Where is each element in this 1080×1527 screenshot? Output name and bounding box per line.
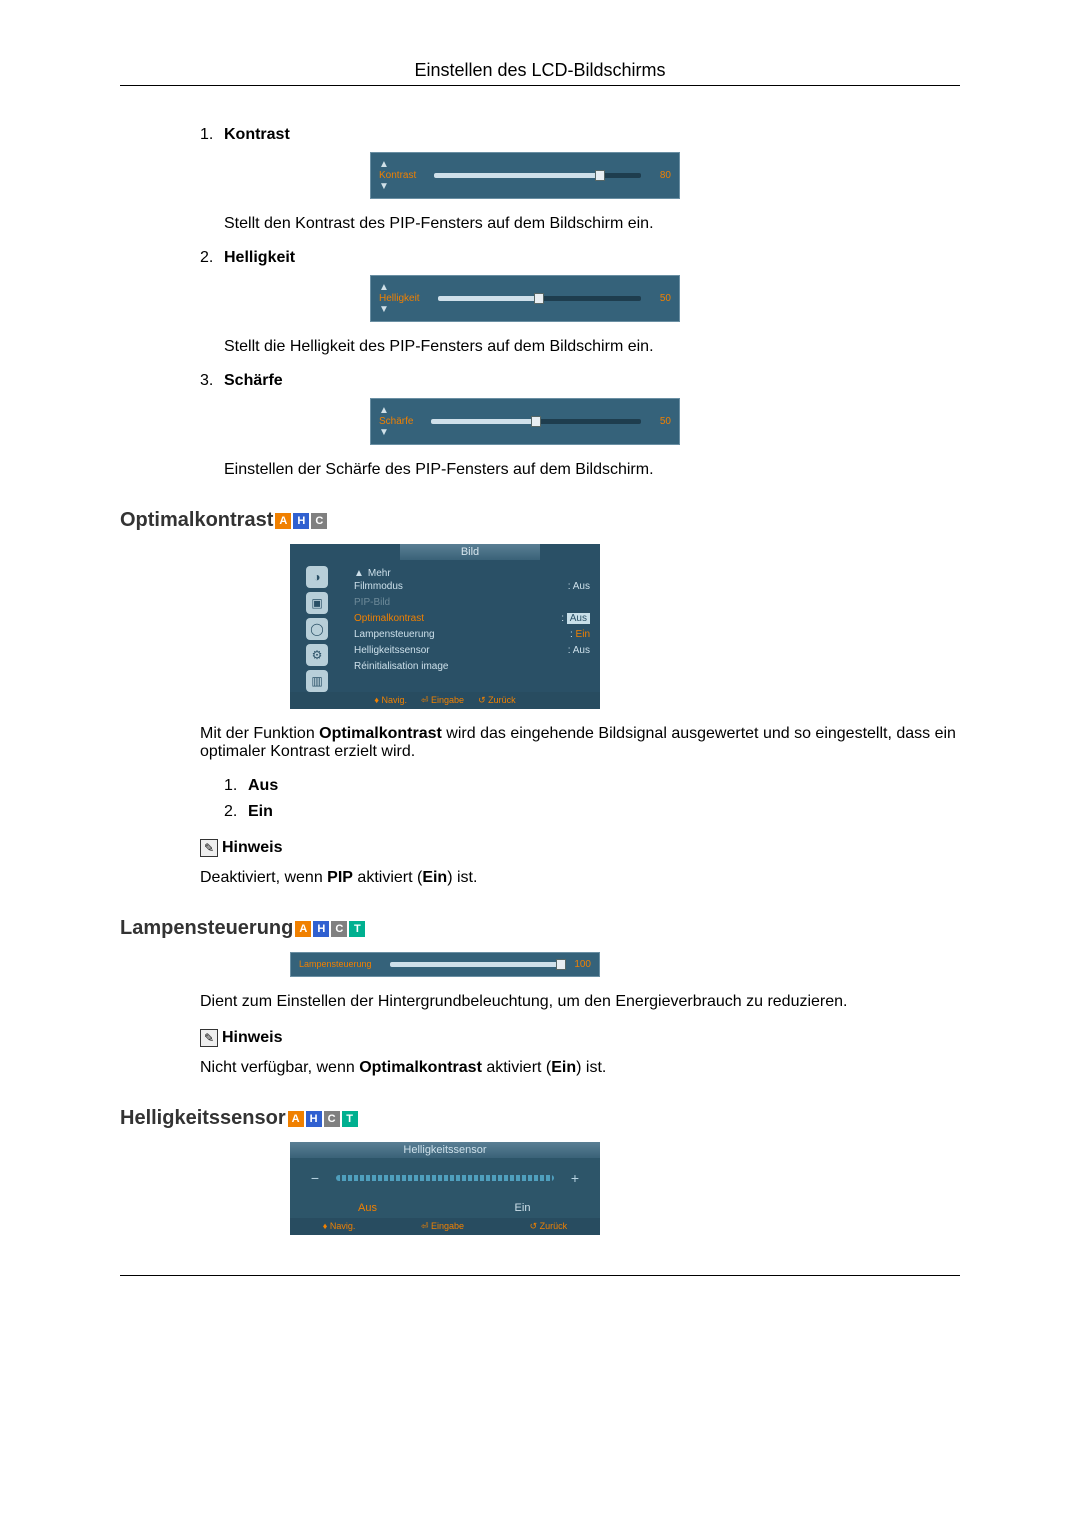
option-ein: Ein xyxy=(248,803,273,821)
note-label: Hinweis xyxy=(222,839,282,857)
slider-name: Schärfe xyxy=(379,416,413,427)
menu-item-value[interactable]: Aus xyxy=(567,613,590,624)
slider-value: 50 xyxy=(649,416,671,427)
menu-item[interactable]: Optimalkontrast xyxy=(354,611,424,627)
menu-item[interactable]: Réinitialisation image xyxy=(354,659,449,675)
desc-helligkeit: Stellt die Helligkeit des PIP-Fensters a… xyxy=(200,338,960,356)
up-arrow-icon: ▲ xyxy=(379,282,389,293)
slider-name: Helligkeit xyxy=(379,293,420,304)
sensor-off-button[interactable]: Aus xyxy=(290,1198,445,1218)
menu-item-value[interactable]: Ein xyxy=(576,629,590,640)
menu-item[interactable]: Lampensteuerung xyxy=(354,627,435,643)
tag-c-icon: C xyxy=(331,921,347,937)
desc-kontrast: Stellt den Kontrast des PIP-Fensters auf… xyxy=(200,215,960,233)
slider-name: Lampensteuerung xyxy=(299,960,372,970)
slider-value: 80 xyxy=(649,170,671,181)
minus-button[interactable]: − xyxy=(304,1170,326,1186)
header-rule xyxy=(120,85,960,86)
slider-thumb[interactable] xyxy=(534,293,544,304)
slider-lampensteuerung[interactable]: Lampensteuerung 100 xyxy=(290,952,600,977)
menu-item[interactable]: Helligkeitssensor xyxy=(354,643,430,659)
menu-item: PIP-Bild xyxy=(354,595,390,611)
optimal-description: Mit der Funktion Optimalkontrast wird da… xyxy=(200,725,960,761)
sensor-on-button[interactable]: Ein xyxy=(445,1198,600,1218)
tag-c-icon: C xyxy=(311,513,327,529)
tag-c-icon: C xyxy=(324,1111,340,1127)
tag-h-icon: H xyxy=(306,1111,322,1127)
desc-schaerfe: Einstellen der Schärfe des PIP-Fensters … xyxy=(200,461,960,479)
footer-rule xyxy=(120,1275,960,1276)
section-optimalkontrast: Optimalkontrast A H C xyxy=(120,509,960,532)
osd-sensor-box[interactable]: Helligkeitssensor − + Aus Ein ♦ Navig. ⏎… xyxy=(290,1142,600,1235)
slider-value: 100 xyxy=(569,959,591,970)
menu-cat-icon[interactable]: ▣ xyxy=(306,592,328,614)
lampe-description: Dient zum Einstellen der Hintergrundbele… xyxy=(200,993,960,1011)
list-number: 2. xyxy=(224,803,248,821)
down-arrow-icon: ▼ xyxy=(379,427,389,438)
lampe-note-text: Nicht verfügbar, wenn Optimalkontrast ak… xyxy=(200,1059,960,1077)
sensor-bar[interactable] xyxy=(336,1175,554,1181)
plus-button[interactable]: + xyxy=(564,1170,586,1186)
menu-more[interactable]: Mehr xyxy=(354,568,590,579)
slider-name: Kontrast xyxy=(379,170,416,181)
note-icon: ✎ xyxy=(200,1029,218,1047)
tag-a-icon: A xyxy=(275,513,291,529)
menu-tab: Bild xyxy=(400,544,540,560)
list-label-schaerfe: Schärfe xyxy=(224,372,283,390)
slider-kontrast[interactable]: ▲ Kontrast ▼ 80 xyxy=(370,152,680,199)
tag-h-icon: H xyxy=(313,921,329,937)
list-number: 2. xyxy=(200,249,224,267)
menu-item[interactable]: Filmmodus xyxy=(354,579,403,595)
menu-cat-icon[interactable]: ▥ xyxy=(306,670,328,692)
footer-hint: ♦ Navig. xyxy=(323,1221,356,1232)
list-number: 1. xyxy=(200,126,224,144)
slider-thumb[interactable] xyxy=(556,959,566,970)
footer-hint: ↺ Zurück xyxy=(478,695,516,706)
slider-track[interactable] xyxy=(390,962,561,967)
section-helligkeitssensor: Helligkeitssensor A H C T xyxy=(120,1107,960,1130)
list-label-helligkeit: Helligkeit xyxy=(224,249,295,267)
section-lampensteuerung: Lampensteuerung A H C T xyxy=(120,917,960,940)
tag-t-icon: T xyxy=(349,921,365,937)
slider-track[interactable] xyxy=(431,419,641,424)
menu-cat-icon[interactable]: ◑ xyxy=(306,566,328,588)
sensor-box-title: Helligkeitssensor xyxy=(290,1142,600,1158)
slider-track[interactable] xyxy=(434,173,641,178)
note-icon: ✎ xyxy=(200,839,218,857)
menu-item-value: : Aus xyxy=(568,643,590,659)
up-arrow-icon: ▲ xyxy=(379,405,389,416)
option-aus: Aus xyxy=(248,777,278,795)
note-label: Hinweis xyxy=(222,1029,282,1047)
tag-t-icon: T xyxy=(342,1111,358,1127)
slider-value: 50 xyxy=(649,293,671,304)
menu-item-value: : Aus xyxy=(568,579,590,595)
menu-cat-icon[interactable]: ◯ xyxy=(306,618,328,640)
menu-cat-icon[interactable]: ⚙ xyxy=(306,644,328,666)
up-arrow-icon: ▲ xyxy=(379,159,389,170)
slider-helligkeit[interactable]: ▲ Helligkeit ▼ 50 xyxy=(370,275,680,322)
osd-menu-bild[interactable]: Bild ◑ ▣ ◯ ⚙ ▥ Mehr Filmmodus : Aus PIP-B… xyxy=(290,544,600,709)
tag-a-icon: A xyxy=(288,1111,304,1127)
section-title-text: Optimalkontrast xyxy=(120,509,273,532)
slider-thumb[interactable] xyxy=(595,170,605,181)
list-number: 1. xyxy=(224,777,248,795)
tag-a-icon: A xyxy=(295,921,311,937)
page-header-title: Einstellen des LCD-Bildschirms xyxy=(120,60,960,81)
list-label-kontrast: Kontrast xyxy=(224,126,290,144)
footer-hint: ↺ Zurück xyxy=(530,1221,568,1232)
slider-thumb[interactable] xyxy=(531,416,541,427)
list-number: 3. xyxy=(200,372,224,390)
footer-hint: ⏎ Eingabe xyxy=(421,1221,464,1232)
optimal-note-text: Deaktiviert, wenn PIP aktiviert (Ein) is… xyxy=(200,869,960,887)
section-title-text: Helligkeitssensor xyxy=(120,1107,286,1130)
slider-schaerfe[interactable]: ▲ Schärfe ▼ 50 xyxy=(370,398,680,445)
slider-track[interactable] xyxy=(438,296,641,301)
down-arrow-icon: ▼ xyxy=(379,181,389,192)
down-arrow-icon: ▼ xyxy=(379,304,389,315)
section-title-text: Lampensteuerung xyxy=(120,917,293,940)
footer-hint: ♦ Navig. xyxy=(374,695,407,706)
footer-hint: ⏎ Eingabe xyxy=(421,695,464,706)
tag-h-icon: H xyxy=(293,513,309,529)
